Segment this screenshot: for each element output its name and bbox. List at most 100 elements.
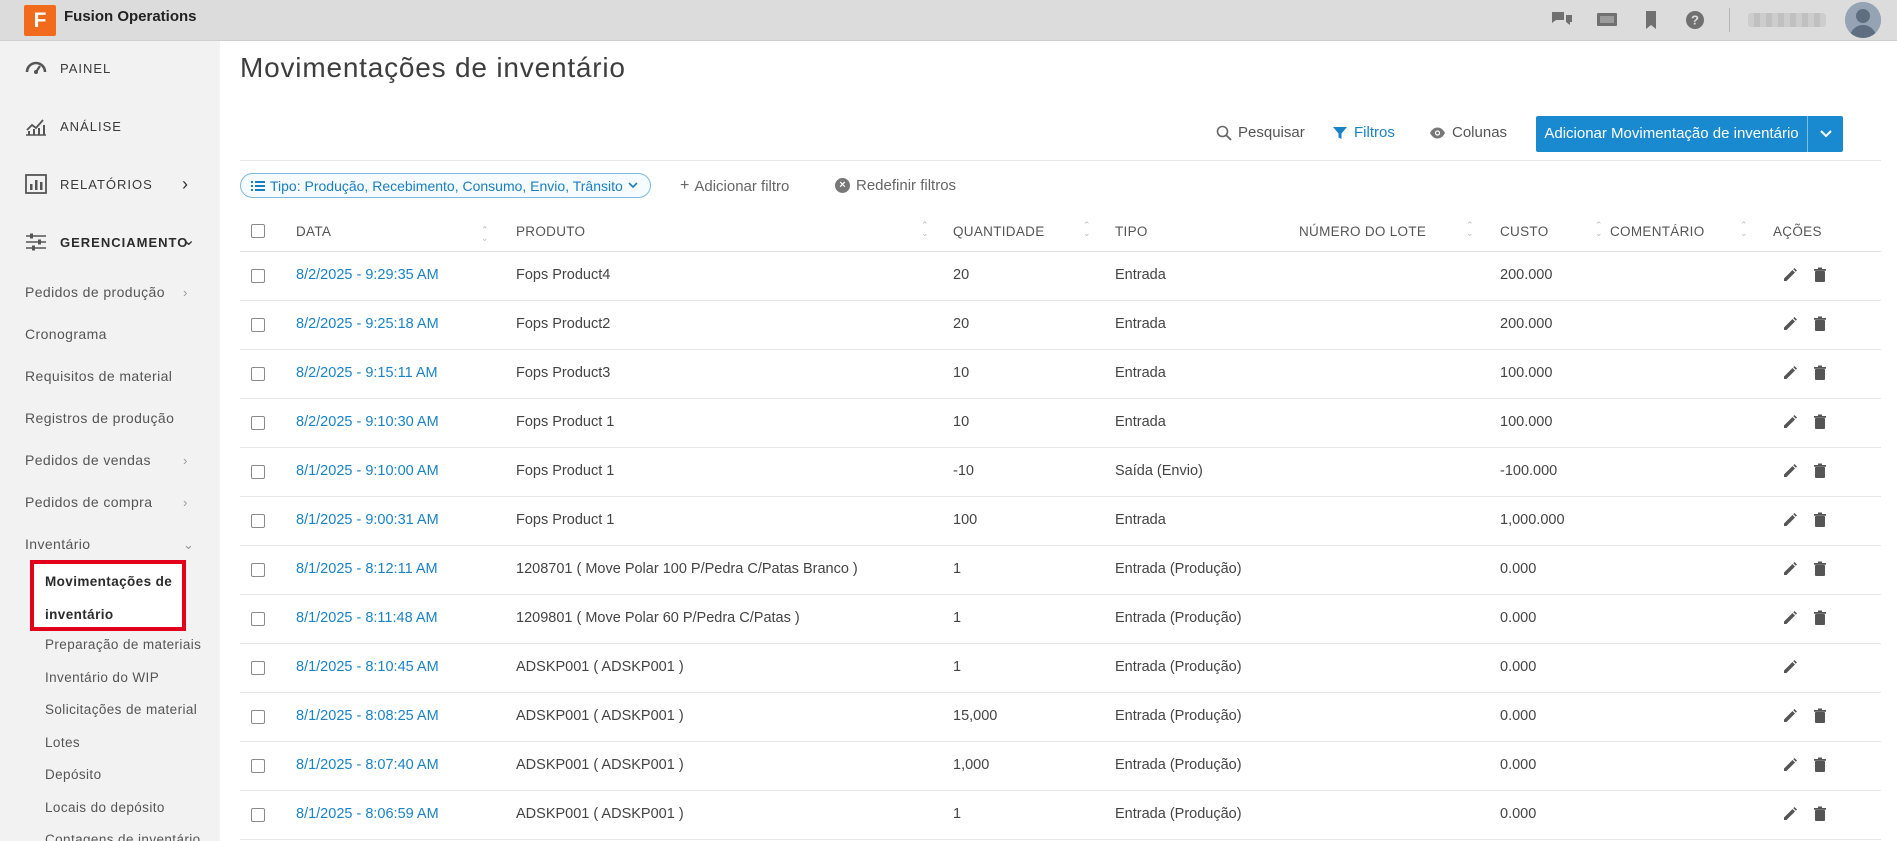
type-filter-label: Tipo: Produção, Recebimento, Consumo, En… — [270, 177, 623, 194]
header-quantity[interactable]: QUANTIDADE — [953, 224, 1045, 239]
row-checkbox[interactable] — [251, 367, 265, 381]
row-checkbox[interactable] — [251, 318, 265, 332]
sidebar-item-label: RELATÓRIOS — [60, 176, 153, 192]
sort-icon[interactable]: ⌃ ⌄ — [481, 226, 489, 243]
sidebar-item-pedidos-compra[interactable]: Pedidos de compra › — [25, 494, 187, 510]
row-date-link[interactable]: 8/2/2025 - 9:15:11 AM — [296, 365, 438, 381]
header-type[interactable]: TIPO — [1115, 224, 1148, 239]
sidebar-item-solicitacoes-material[interactable]: Solicitações de material — [45, 702, 197, 717]
sort-icon[interactable]: ⌃ ⌄ — [1740, 221, 1748, 238]
columns-button[interactable]: Colunas — [1429, 124, 1507, 141]
type-filter-chip[interactable]: Tipo: Produção, Recebimento, Consumo, En… — [240, 173, 651, 198]
add-options-dropdown-button[interactable] — [1807, 116, 1843, 152]
header-cost[interactable]: CUSTO — [1500, 224, 1549, 239]
edit-pencil-icon[interactable] — [1782, 610, 1798, 626]
edit-pencil-icon[interactable] — [1782, 365, 1798, 381]
sidebar-item-pedidos-vendas[interactable]: Pedidos de vendas › — [25, 452, 187, 468]
row-date-link[interactable]: 8/2/2025 - 9:10:30 AM — [296, 414, 439, 430]
row-date-link[interactable]: 8/1/2025 - 9:10:00 AM — [296, 463, 439, 479]
chat-icon[interactable] — [1551, 10, 1573, 30]
row-checkbox[interactable] — [251, 269, 265, 283]
table-row: 8/1/2025 - 8:07:40 AM ADSKP001 ( ADSKP001… — [240, 742, 1881, 791]
header-lot-number[interactable]: NÚMERO DO LOTE — [1299, 224, 1426, 239]
sidebar-item-inventario-wip[interactable]: Inventário do WIP — [45, 670, 159, 685]
edit-pencil-icon[interactable] — [1782, 659, 1798, 675]
edit-pencil-icon[interactable] — [1782, 267, 1798, 283]
user-name-blurred[interactable] — [1748, 13, 1826, 27]
delete-trash-icon[interactable] — [1812, 561, 1828, 577]
sidebar-item-requisitos-material[interactable]: Requisitos de material — [25, 368, 172, 384]
reset-filters-button[interactable]: × Redefinir filtros — [835, 177, 956, 194]
delete-trash-icon[interactable] — [1812, 414, 1828, 430]
sort-icon[interactable]: ⌃ ⌄ — [1466, 221, 1474, 238]
row-checkbox[interactable] — [251, 661, 265, 675]
row-date-link[interactable]: 8/1/2025 - 9:00:31 AM — [296, 512, 439, 528]
edit-pencil-icon[interactable] — [1782, 316, 1798, 332]
sidebar-item-preparacao-materiais[interactable]: Preparação de materiais — [45, 637, 201, 652]
sort-icon[interactable]: ⌃ ⌄ — [921, 221, 929, 238]
row-checkbox[interactable] — [251, 710, 265, 724]
row-checkbox[interactable] — [251, 514, 265, 528]
row-date-link[interactable]: 8/1/2025 - 8:08:25 AM — [296, 708, 439, 724]
delete-trash-icon[interactable] — [1812, 267, 1828, 283]
add-inventory-movement-button[interactable]: Adicionar Movimentação de inventário — [1536, 116, 1807, 152]
header-date[interactable]: DATA — [296, 224, 331, 239]
sort-icon[interactable]: ⌃ ⌄ — [1083, 221, 1091, 238]
sidebar-item-deposito[interactable]: Depósito — [45, 767, 101, 782]
avatar[interactable] — [1845, 2, 1881, 38]
row-date-link[interactable]: 8/1/2025 - 8:07:40 AM — [296, 757, 439, 773]
sidebar-item-movimentacoes-inventario[interactable]: Movimentações de inventário — [30, 560, 186, 631]
select-all-checkbox[interactable] — [251, 224, 265, 238]
sidebar-item-contagens-inventario[interactable]: Contagens de inventário — [45, 832, 201, 841]
delete-trash-icon[interactable] — [1812, 610, 1828, 626]
delete-trash-icon[interactable] — [1812, 316, 1828, 332]
delete-trash-icon[interactable] — [1812, 806, 1828, 822]
row-checkbox[interactable] — [251, 465, 265, 479]
edit-pencil-icon[interactable] — [1782, 512, 1798, 528]
search-button[interactable]: Pesquisar — [1216, 124, 1305, 141]
header-comment[interactable]: COMENTÁRIO — [1610, 224, 1705, 239]
sidebar-item-pedidos-producao[interactable]: Pedidos de produção › — [25, 284, 187, 300]
bookmark-icon[interactable] — [1640, 10, 1662, 30]
row-checkbox[interactable] — [251, 808, 265, 822]
sidebar-item-lotes[interactable]: Lotes — [45, 735, 80, 750]
row-date-link[interactable]: 8/2/2025 - 9:29:35 AM — [296, 267, 439, 283]
row-date-link[interactable]: 8/2/2025 - 9:25:18 AM — [296, 316, 439, 332]
edit-pencil-icon[interactable] — [1782, 757, 1798, 773]
app-logo[interactable]: F — [24, 5, 56, 36]
row-date-link[interactable]: 8/1/2025 - 8:12:11 AM — [296, 561, 438, 577]
sidebar-item-registros-producao[interactable]: Registros de produção — [25, 410, 174, 426]
edit-pencil-icon[interactable] — [1782, 561, 1798, 577]
row-checkbox[interactable] — [251, 612, 265, 626]
delete-trash-icon[interactable] — [1812, 365, 1828, 381]
header-product[interactable]: PRODUTO — [516, 224, 585, 239]
edit-pencil-icon[interactable] — [1782, 463, 1798, 479]
sidebar-item-gerenciamento[interactable]: GERENCIAMENTO ⌄ — [0, 222, 220, 262]
row-date-link[interactable]: 8/1/2025 - 8:11:48 AM — [296, 610, 438, 626]
filters-button[interactable]: Filtros — [1332, 124, 1395, 141]
sort-icon[interactable]: ⌃ ⌄ — [1595, 221, 1603, 238]
edit-pencil-icon[interactable] — [1782, 806, 1798, 822]
delete-trash-icon[interactable] — [1812, 757, 1828, 773]
sidebar-item-inventario[interactable]: Inventário ⌄ — [25, 536, 194, 552]
sidebar-item-relatorios[interactable]: RELATÓRIOS › — [0, 164, 220, 204]
help-icon[interactable]: ? — [1684, 10, 1706, 30]
row-date-link[interactable]: 8/1/2025 - 8:06:59 AM — [296, 806, 439, 822]
sidebar-item-locais-deposito[interactable]: Locais do depósito — [45, 800, 165, 815]
edit-pencil-icon[interactable] — [1782, 708, 1798, 724]
row-checkbox[interactable] — [251, 759, 265, 773]
sidebar-item-cronograma[interactable]: Cronograma — [25, 326, 107, 342]
app-name[interactable]: Fusion Operations — [64, 8, 197, 25]
delete-trash-icon[interactable] — [1812, 708, 1828, 724]
delete-trash-icon[interactable] — [1812, 463, 1828, 479]
monitor-icon[interactable] — [1596, 10, 1618, 30]
sidebar-item-analise[interactable]: ANÁLISE — [0, 106, 220, 146]
sidebar-item-label: PAINEL — [60, 60, 112, 76]
row-date-link[interactable]: 8/1/2025 - 8:10:45 AM — [296, 659, 439, 675]
row-checkbox[interactable] — [251, 563, 265, 577]
add-filter-button[interactable]: + Adicionar filtro — [680, 177, 789, 195]
row-checkbox[interactable] — [251, 416, 265, 430]
edit-pencil-icon[interactable] — [1782, 414, 1798, 430]
delete-trash-icon[interactable] — [1812, 512, 1828, 528]
sidebar-item-painel[interactable]: PAINEL — [0, 48, 220, 88]
